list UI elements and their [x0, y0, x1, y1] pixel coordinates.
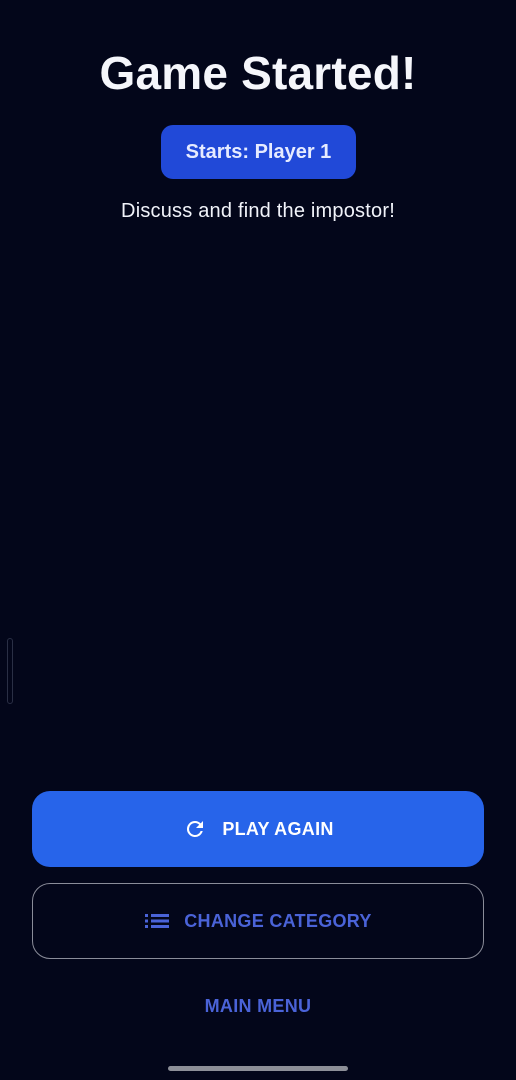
list-icon [144, 908, 170, 934]
change-category-button[interactable]: CHANGE CATEGORY [32, 883, 484, 959]
play-again-button[interactable]: PLAY AGAIN [32, 791, 484, 867]
instruction-text: Discuss and find the impostor! [121, 200, 395, 222]
scroll-indicator [7, 638, 13, 704]
change-category-label: CHANGE CATEGORY [184, 910, 372, 931]
page-title: Game Started! [99, 47, 417, 99]
play-again-label: PLAY AGAIN [222, 818, 334, 839]
home-indicator[interactable] [168, 1066, 348, 1071]
refresh-icon [182, 816, 208, 842]
starting-player-badge: Starts: Player 1 [161, 125, 356, 179]
main-menu-button[interactable]: MAIN MENU [0, 996, 516, 1017]
